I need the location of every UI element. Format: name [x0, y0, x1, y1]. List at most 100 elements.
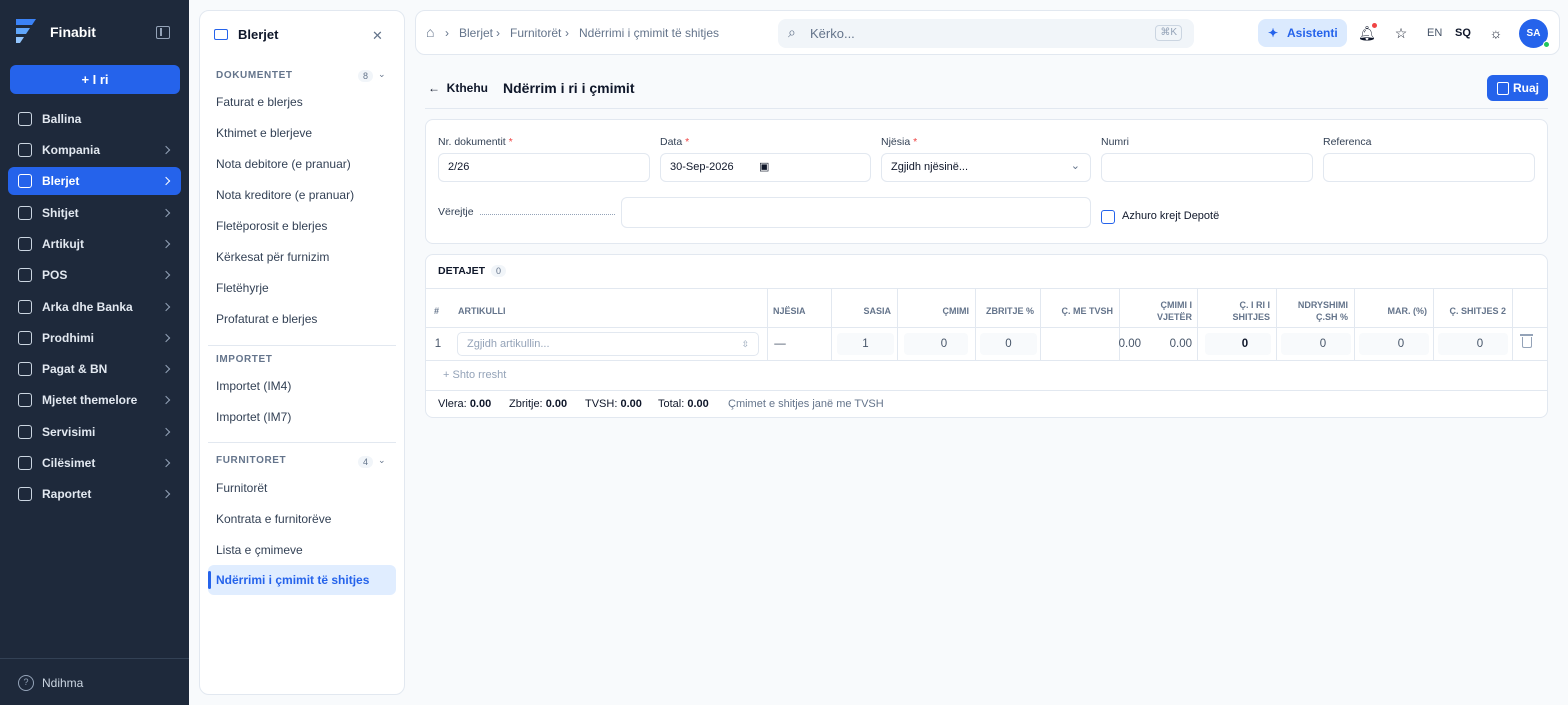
article-select[interactable]: Zgjidh artikullin... ⇳: [457, 332, 759, 356]
breadcrumb-item[interactable]: Furnitorët: [510, 26, 561, 40]
wrench-icon: [18, 425, 32, 439]
star-icon[interactable]: ☆: [1393, 25, 1409, 41]
nav-label: POS: [42, 268, 68, 282]
page-title: Ndërrim i ri i çmimit: [503, 80, 635, 96]
sub-item[interactable]: Nota kreditore (e pranuar): [216, 188, 354, 202]
sub-item[interactable]: Furnitorët: [216, 481, 267, 495]
nav-item-prodhimi[interactable]: Prodhimi: [8, 324, 181, 352]
col-header: #: [434, 306, 440, 316]
col-header: Ç. I RI I SHITJES: [1232, 300, 1270, 322]
nav-item-mjetet-themelore[interactable]: Mjetet themelore: [8, 386, 181, 414]
assistant-button[interactable]: ✦ Asistenti: [1258, 19, 1347, 47]
section-divider: [208, 442, 396, 443]
sub-item[interactable]: Faturat e blerjes: [216, 95, 303, 109]
search-input[interactable]: ⌕ Kërko... ⌘K: [778, 19, 1194, 48]
unit-label: Njësia *: [881, 136, 917, 148]
col-header: Ç. ME TVSH: [1061, 306, 1113, 316]
home-icon[interactable]: ⌂: [426, 24, 434, 40]
nav-item-raportet[interactable]: Raportet: [8, 480, 181, 508]
chevron-right-icon: [161, 458, 171, 468]
date-value: 30-Sep-2026: [670, 161, 734, 173]
label-text: Data: [660, 136, 683, 148]
lang-sq[interactable]: SQ: [1455, 27, 1471, 39]
breadcrumb-current: Ndërrimi i çmimit të shitjes: [579, 26, 720, 40]
notes-textarea[interactable]: [621, 197, 1091, 228]
nav-item-blerjet[interactable]: Blerjet: [8, 167, 181, 195]
col-header: Ç. SHITJES 2: [1449, 306, 1506, 316]
chevron-down-icon[interactable]: ⌄: [378, 69, 386, 80]
update-all-checkbox[interactable]: [1101, 210, 1115, 224]
back-button[interactable]: ← Kthehu: [428, 81, 488, 95]
sub-item[interactable]: Fletëporosit e blerjes: [216, 219, 327, 233]
nav-label: Artikujt: [42, 237, 84, 251]
nav-item-kompania[interactable]: Kompania: [8, 136, 181, 164]
help-link[interactable]: Ndihma: [18, 675, 83, 691]
unpin-icon[interactable]: ✕: [372, 28, 383, 44]
chevron-right-icon: [161, 176, 171, 186]
notes-leader-line: [480, 214, 615, 215]
nav-item-cilesimet[interactable]: Cilësimet: [8, 449, 181, 477]
number-field[interactable]: [1101, 153, 1313, 182]
add-row-button[interactable]: + Shto rresht: [443, 369, 506, 381]
sub-item[interactable]: Importet (IM4): [216, 379, 291, 393]
trash-icon[interactable]: [1520, 334, 1533, 348]
label-text: Nr. dokumentit: [438, 136, 506, 148]
section-dokumentet[interactable]: DOKUMENTET: [216, 70, 293, 81]
doc-number-field[interactable]: 2/26: [438, 153, 650, 182]
sub-item[interactable]: Nota debitore (e pranuar): [216, 157, 351, 171]
nav-item-artikujt[interactable]: Artikujt: [8, 230, 181, 258]
lang-en[interactable]: EN: [1427, 27, 1442, 39]
sub-item[interactable]: Importet (IM7): [216, 410, 291, 424]
sub-item[interactable]: Kontrata e furnitorëve: [216, 512, 331, 526]
new-price-value: 0: [1241, 338, 1249, 350]
row-number: 1: [434, 338, 442, 350]
total-amount: 0.00: [687, 398, 709, 410]
breadcrumb-separator: ›: [496, 26, 500, 40]
nav-item-ballina[interactable]: Ballina: [8, 105, 181, 133]
col-divider: [1197, 289, 1198, 360]
old-price-value: 0.00: [1169, 338, 1192, 350]
nav-item-pos[interactable]: POS: [8, 261, 181, 289]
breadcrumb-item[interactable]: Blerjet: [459, 26, 493, 40]
unit-select[interactable]: Zgjidh njësinë... ⌄: [881, 153, 1091, 182]
new-button[interactable]: + I ri: [10, 65, 180, 94]
sub-item[interactable]: Kërkesat për furnizim: [216, 250, 329, 264]
unit-value: Zgjidh njësinë...: [891, 161, 969, 173]
sort-icon: ⇳: [741, 339, 749, 349]
number-label: Numri: [1101, 136, 1129, 148]
sub-item[interactable]: Profaturat e blerjes: [216, 312, 317, 326]
reference-field[interactable]: [1323, 153, 1535, 182]
chevron-right-icon: [161, 395, 171, 405]
nav-item-arka-dhe-banka[interactable]: Arka dhe Banka: [8, 293, 181, 321]
nav-item-servisimi[interactable]: Servisimi: [8, 418, 181, 446]
col-divider: [1040, 289, 1041, 360]
nav-item-pagat[interactable]: Pagat & BN: [8, 355, 181, 383]
sun-icon[interactable]: ☼: [1488, 25, 1504, 41]
nav-label: Pagat & BN: [42, 362, 108, 376]
sub-item[interactable]: Lista e çmimeve: [216, 543, 303, 557]
top-header: ⌂ › Blerjet › Furnitorët › Ndërrimi i çm…: [415, 10, 1560, 55]
nav-label: Mjetet themelore: [42, 393, 138, 407]
col-header: ÇMIMI: [942, 306, 970, 316]
chevron-down-icon: ⌄: [1070, 160, 1080, 172]
sub-item[interactable]: Fletëhyrje: [216, 281, 269, 295]
nav-divider: [0, 658, 189, 659]
calendar-icon[interactable]: ▣: [759, 154, 769, 181]
section-furnitoret[interactable]: FURNITORET: [216, 455, 286, 466]
total-amount: 0.00: [469, 398, 492, 410]
sub-item-active[interactable]: Ndërrimi i çmimit të shitjes: [208, 565, 396, 595]
date-field[interactable]: 30-Sep-2026 ▣: [660, 153, 871, 182]
section-title: IMPORTET: [216, 354, 273, 365]
change-value: 0: [1319, 338, 1327, 350]
save-button[interactable]: Ruaj: [1487, 75, 1548, 101]
wallet-icon: [18, 300, 32, 314]
chevron-down-icon[interactable]: ⌄: [378, 455, 386, 466]
collapse-sidebar-icon[interactable]: [156, 26, 170, 39]
total-vat: TVSH: 0.00: [585, 398, 642, 410]
bell-icon[interactable]: 🔔︎: [1358, 25, 1376, 41]
sub-item[interactable]: Kthimet e blerjeve: [216, 126, 312, 140]
col-header: NJËSIA: [773, 306, 806, 316]
margin-value: 0: [1397, 338, 1405, 350]
total-label: Zbritje:: [509, 398, 543, 410]
nav-item-shitjet[interactable]: Shitjet: [8, 199, 181, 227]
